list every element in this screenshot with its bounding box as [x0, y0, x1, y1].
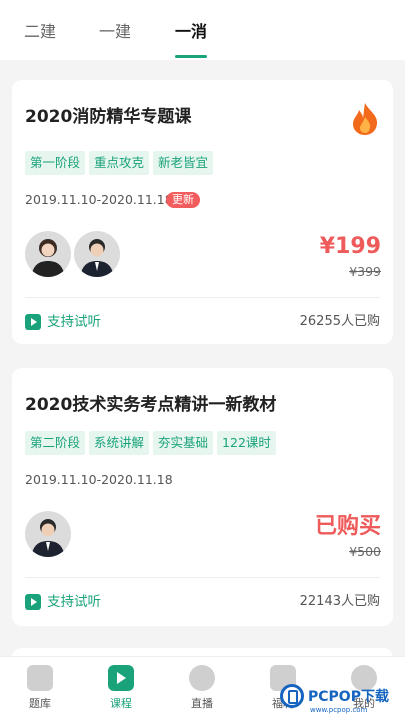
active-tab-indicator [175, 55, 207, 58]
course-tag: 系统讲解 [89, 431, 150, 455]
video-play-icon [108, 665, 134, 691]
play-icon [25, 314, 41, 330]
fire-icon [353, 103, 378, 135]
play-icon [25, 594, 41, 610]
nav-item-zhibo[interactable]: 直播 [172, 665, 232, 711]
trial-button[interactable]: 支持试听 [25, 593, 101, 611]
course-original-price: ¥500 [349, 544, 381, 559]
watermark: PCPOP下载 www.pcpop.com [280, 684, 389, 714]
course-title: 2020消防精华专题课 [25, 107, 192, 127]
course-tags: 第一阶段 重点攻克 新老皆宜 [25, 151, 214, 175]
course-card[interactable]: 2020技术实务考点精讲一新教材 第二阶段 系统讲解 夯实基础 122课时 20… [12, 368, 393, 626]
live-icon [189, 665, 215, 691]
nav-item-tiku[interactable]: 题库 [10, 665, 70, 711]
purchased-label: 已购买 [314, 514, 381, 539]
nav-label: 题库 [29, 697, 51, 710]
trial-label: 支持试听 [47, 594, 101, 610]
course-tag: 第一阶段 [25, 151, 86, 175]
tab-erjian[interactable]: 二建 [24, 22, 56, 42]
course-tag: 第二阶段 [25, 431, 86, 455]
pcpop-logo-icon [280, 684, 304, 708]
course-card[interactable]: 2020消防精华专题课 第一阶段 重点攻克 新老皆宜 2019.11.10-20… [12, 80, 393, 344]
course-date-range: 2019.11.10-2020.11.18 [25, 472, 173, 487]
course-tag: 重点攻克 [89, 151, 150, 175]
nav-label: 直播 [191, 697, 213, 710]
course-tag: 夯实基础 [153, 431, 214, 455]
divider [25, 577, 380, 578]
course-tag: 新老皆宜 [153, 151, 214, 175]
teacher-avatar [74, 231, 120, 277]
watermark-url: www.pcpop.com [310, 706, 368, 714]
course-title: 2020技术实务考点精讲一新教材 [25, 395, 277, 415]
course-tags: 第二阶段 系统讲解 夯实基础 122课时 [25, 431, 276, 455]
pen-icon [27, 665, 53, 691]
course-date-range: 2019.11.10-2020.11.18 [25, 192, 173, 207]
course-original-price: ¥399 [349, 264, 381, 279]
divider [25, 297, 380, 298]
tab-yixiao[interactable]: 一消 [175, 22, 207, 42]
update-badge: 更新 [166, 192, 200, 208]
teacher-avatar [25, 511, 71, 557]
teacher-avatar [25, 231, 71, 277]
nav-item-kecheng[interactable]: 课程 [91, 665, 151, 711]
course-tag: 122课时 [217, 431, 276, 455]
top-tab-bar: 二建 一建 一消 [0, 0, 405, 60]
tab-yijian[interactable]: 一建 [99, 22, 131, 42]
nav-label: 课程 [110, 697, 132, 710]
buyer-count: 26255人已购 [299, 314, 380, 329]
trial-button[interactable]: 支持试听 [25, 313, 101, 331]
watermark-text: PCPOP下载 [308, 689, 389, 705]
trial-label: 支持试听 [47, 314, 101, 330]
buyer-count: 22143人已购 [299, 594, 380, 609]
course-price: ¥199 [319, 234, 381, 259]
